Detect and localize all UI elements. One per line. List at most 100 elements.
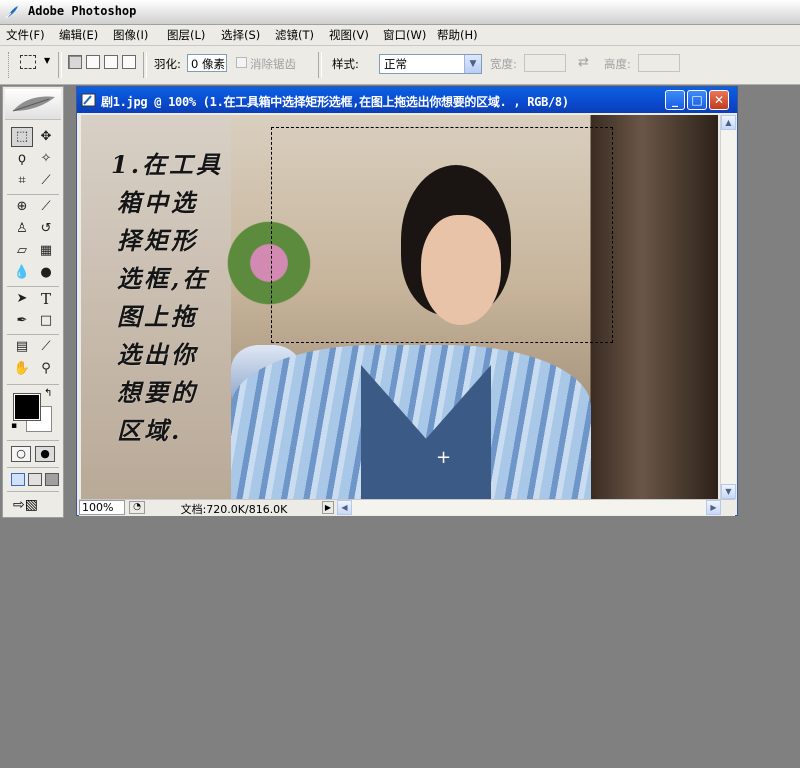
toolbox-separator [7,491,59,492]
menu-filter[interactable]: 滤镜(T) [275,27,314,43]
menu-view[interactable]: 视图(V) [329,27,369,43]
swap-colors-icon[interactable]: ↰ [44,388,52,399]
eyedropper-icon[interactable]: ⟋ [35,337,57,357]
intersect-selection-button[interactable] [122,55,136,69]
antialias-label: 消除锯齿 [250,57,296,71]
subtract-from-selection-button[interactable] [104,55,118,69]
app-title-bar: Adobe Photoshop [0,0,800,25]
height-label: 高度: [604,57,631,71]
maximize-button[interactable]: □ [687,90,707,110]
toolbox-separator [7,194,59,195]
width-input[interactable] [524,54,566,72]
photoshop-app-icon [4,4,20,20]
notes-icon[interactable]: ▤ [11,337,33,357]
document-title: 剧1.jpg @ 100% (1.在工具箱中选择矩形选框,在图上拖选出你想要的区… [101,95,569,109]
shape-icon[interactable]: □ [35,311,57,331]
screen-mode-full-icon[interactable] [45,473,59,486]
menu-bar: 文件(F) 编辑(E) 图像(I) 图层(L) 选择(S) 滤镜(T) 视图(V… [0,25,800,46]
jump-to-imageready-icon[interactable]: ⇨▧ [13,497,38,513]
menu-image[interactable]: 图像(I) [113,27,148,43]
style-label: 样式: [332,57,359,71]
toolbox-separator [7,440,59,441]
instruction-text-line: 想要的 [117,378,198,407]
new-selection-button[interactable] [68,55,82,69]
document-icon [81,92,97,108]
instruction-text-line: 选框,在 [117,264,210,293]
minimize-button[interactable]: _ [665,90,685,110]
menu-window[interactable]: 窗口(W) [383,27,426,43]
options-separator [58,52,62,78]
vertical-scrollbar[interactable]: ▲ ▼ [720,115,736,499]
instruction-text-line: 区域. [117,416,183,445]
brush-icon[interactable]: ⟋ [35,197,57,217]
scroll-left-icon[interactable]: ◀ [337,500,352,515]
toolbox: ⬚ ✥ ϙ ✧ ⌗ ⟋ ⊕ ⟋ ♙ ↺ ▱ ▦ 💧 ● ➤ T ✒ □ ▤ ⟋ … [2,86,64,518]
options-separator [318,52,322,78]
toolbox-separator [7,286,59,287]
height-input[interactable] [638,54,680,72]
screen-mode-standard-icon[interactable] [11,473,25,486]
app-title: Adobe Photoshop [28,4,137,18]
scroll-up-icon[interactable]: ▲ [721,115,736,130]
healing-brush-icon[interactable]: ⊕ [11,197,33,217]
close-button[interactable]: ✕ [709,90,729,110]
menu-help[interactable]: 帮助(H) [437,27,478,43]
type-icon[interactable]: T [35,289,57,309]
swap-dimensions-icon[interactable]: ⇄ [578,55,589,70]
foreground-color-swatch[interactable] [14,394,40,420]
default-colors-icon[interactable]: ▪ [11,421,17,431]
instruction-text-line: 图上拖 [117,302,198,331]
document-window: 剧1.jpg @ 100% (1.在工具箱中选择矩形选框,在图上拖选出你想要的区… [76,86,738,516]
document-info: 文档:720.0K/816.0K [180,503,288,516]
chevron-down-icon: ▼ [464,55,481,73]
toolbox-separator [7,467,59,468]
add-to-selection-button[interactable] [86,55,100,69]
style-select-value: 正常 [384,57,407,71]
instruction-text-line: 择矩形 [117,226,198,255]
slice-icon[interactable]: ⟋ [35,171,57,191]
screen-mode-full-menu-icon[interactable] [28,473,42,486]
feather-input[interactable]: 0 像素 [187,54,227,72]
scroll-right-icon[interactable]: ▶ [706,500,721,515]
dodge-icon[interactable]: ● [35,263,57,283]
clone-stamp-icon[interactable]: ♙ [11,219,33,239]
image-canvas[interactable]: 1.在工具 箱中选 择矩形 选框,在 图上拖 选出你 想要的 区域. + [81,115,718,499]
menu-edit[interactable]: 编辑(E) [59,27,98,43]
horizontal-scrollbar[interactable]: ◀ ▶ [337,500,721,515]
options-grip[interactable] [8,52,12,78]
crop-icon[interactable]: ⌗ [11,171,33,191]
eraser-icon[interactable]: ▱ [11,241,33,261]
standard-mode-icon[interactable]: ○ [11,446,31,462]
feather-label: 羽化: [154,57,181,71]
hand-icon[interactable]: ✋ [11,359,33,379]
gradient-icon[interactable]: ▦ [35,241,57,261]
status-menu-arrow-icon[interactable]: ▶ [322,501,334,514]
menu-file[interactable]: 文件(F) [6,27,45,43]
pen-icon[interactable]: ✒ [11,311,33,331]
tool-preset-dropdown-icon[interactable]: ▼ [44,56,50,65]
zoom-icon[interactable]: ⚲ [35,359,57,379]
status-options-icon[interactable]: ◔ [129,501,145,514]
move-icon[interactable]: ✥ [35,127,57,147]
style-select[interactable]: 正常 ▼ [379,54,482,74]
width-label: 宽度: [490,57,517,71]
instruction-text-line: 1.在工具 [111,150,224,179]
document-title-bar[interactable]: 剧1.jpg @ 100% (1.在工具箱中选择矩形选框,在图上拖选出你想要的区… [77,87,737,113]
scroll-down-icon[interactable]: ▼ [721,484,736,499]
blur-icon[interactable]: 💧 [11,263,33,283]
toolbox-header[interactable] [5,89,61,120]
quick-mask-icon[interactable]: ● [35,446,55,462]
rect-marquee-icon[interactable]: ⬚ [11,127,33,147]
magic-wand-icon[interactable]: ✧ [35,149,57,169]
instruction-text-line: 选出你 [117,340,198,369]
tool-preset-marquee-icon[interactable] [20,55,36,69]
lasso-icon[interactable]: ϙ [11,149,33,169]
path-select-icon[interactable]: ➤ [11,289,33,309]
marquee-selection[interactable] [271,127,613,343]
menu-select[interactable]: 选择(S) [221,27,260,43]
options-bar: ▼ 羽化: 0 像素 消除锯齿 样式: 正常 ▼ 宽度: ⇄ 高度: [0,46,800,85]
zoom-field[interactable]: 100% [79,500,125,515]
history-brush-icon[interactable]: ↺ [35,219,57,239]
menu-layer[interactable]: 图层(L) [167,27,205,43]
antialias-checkbox[interactable] [236,57,247,68]
